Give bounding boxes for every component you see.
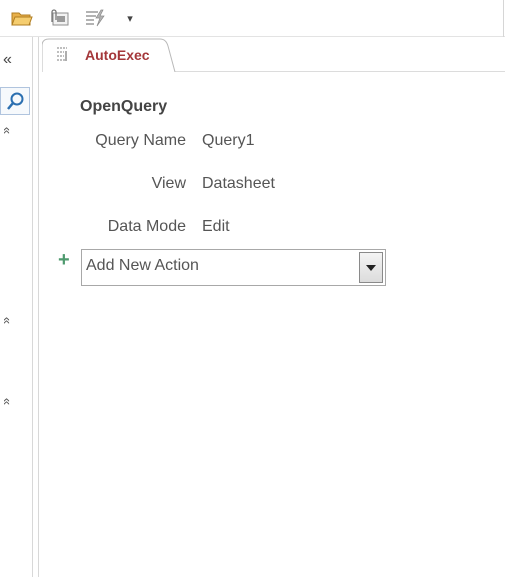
customize-dropdown-icon[interactable]: ▾ bbox=[122, 8, 138, 28]
macro-designer: OpenQuery Query Name Query1 View Datashe… bbox=[40, 72, 505, 577]
tab-autoexec[interactable]: AutoExec bbox=[42, 38, 182, 73]
combobox-value: Add New Action bbox=[86, 257, 199, 274]
navigation-pane: « « « « bbox=[0, 37, 33, 577]
window-edge bbox=[503, 0, 504, 37]
chevron-up-icon[interactable]: « bbox=[0, 398, 15, 405]
argument-value[interactable]: Edit bbox=[202, 218, 230, 236]
run-macro-icon[interactable] bbox=[83, 8, 107, 28]
attachment-icon[interactable] bbox=[47, 8, 71, 28]
action-name[interactable]: OpenQuery bbox=[80, 98, 167, 116]
search-icon bbox=[7, 92, 24, 110]
open-folder-icon[interactable] bbox=[10, 8, 34, 28]
chevron-up-icon[interactable]: « bbox=[0, 317, 15, 324]
argument-label: Data Mode bbox=[107, 218, 186, 235]
toolbar-divider bbox=[0, 36, 505, 37]
argument-label: View bbox=[151, 175, 186, 192]
argument-value[interactable]: Datasheet bbox=[202, 175, 275, 193]
argument-label: Query Name bbox=[95, 132, 186, 149]
argument-value[interactable]: Query1 bbox=[202, 132, 254, 150]
add-action-plus-icon[interactable]: + bbox=[58, 250, 70, 270]
pane-divider bbox=[38, 37, 39, 577]
quick-access-toolbar: ▾ bbox=[0, 0, 505, 36]
tab-label: AutoExec bbox=[85, 47, 150, 63]
dropdown-arrow-button[interactable] bbox=[359, 252, 383, 283]
customize-dropdown-glyph: ▾ bbox=[127, 12, 133, 25]
chevron-up-icon[interactable]: « bbox=[0, 127, 15, 134]
collapse-nav-icon[interactable]: « bbox=[3, 51, 12, 69]
search-button[interactable] bbox=[0, 87, 30, 115]
add-new-action-combobox[interactable]: Add New Action bbox=[81, 249, 386, 286]
